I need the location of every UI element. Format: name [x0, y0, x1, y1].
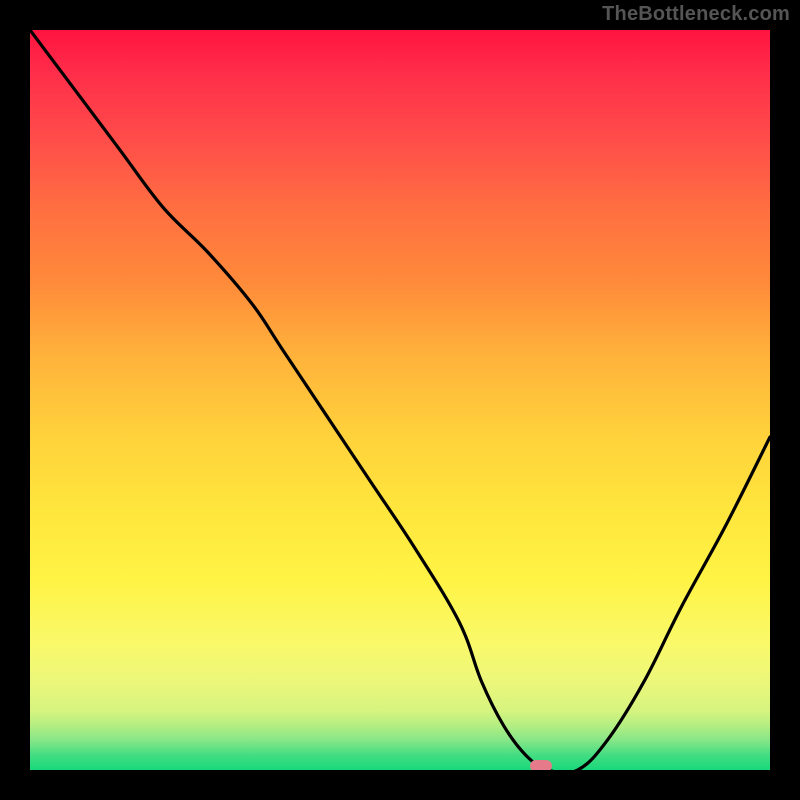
chart-frame: TheBottleneck.com: [0, 0, 800, 800]
bottleneck-curve: [30, 30, 770, 770]
optimum-marker: [530, 760, 552, 770]
watermark-text: TheBottleneck.com: [602, 3, 790, 26]
plot-area: [30, 30, 770, 770]
